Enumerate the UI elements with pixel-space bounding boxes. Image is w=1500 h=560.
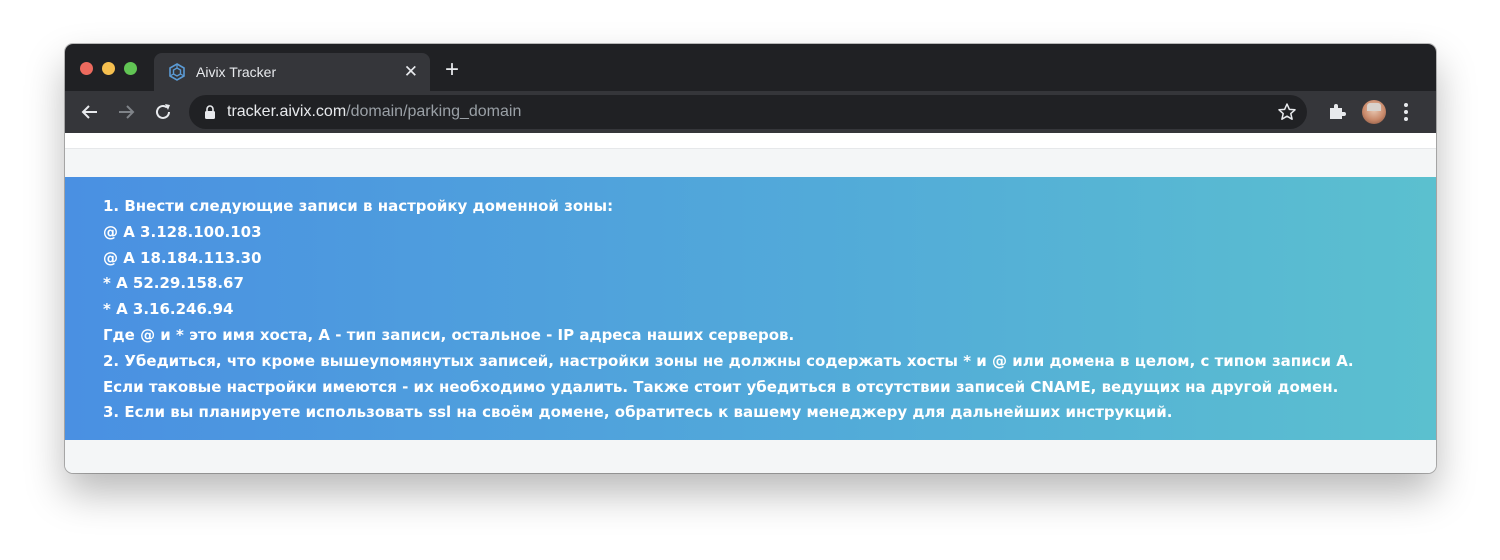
tab-aivix-tracker[interactable]: Aivix Tracker ✕: [154, 53, 430, 91]
address-bar[interactable]: tracker.aivix.com/domain/parking_domain: [189, 95, 1307, 129]
url-host: tracker.aivix.com: [227, 103, 347, 120]
aivix-logo-icon: [169, 63, 185, 81]
instruction-line: Где @ и * это имя хоста, А - тип записи,…: [103, 325, 795, 344]
forward-arrow-icon[interactable]: [115, 101, 137, 123]
dns-record-line: @ A 3.128.100.103: [103, 222, 262, 241]
new-tab-button[interactable]: +: [445, 58, 459, 82]
instruction-line: Если таковые настройки имеются - их необ…: [103, 377, 1339, 396]
instruction-line: 2. Убедиться, что кроме вышеупомянутых з…: [103, 351, 1354, 370]
minimize-window-button[interactable]: [102, 62, 115, 75]
close-window-button[interactable]: [80, 62, 93, 75]
close-tab-icon[interactable]: ✕: [404, 62, 418, 82]
profile-avatar[interactable]: [1362, 100, 1386, 124]
dns-record-line: * A 52.29.158.67: [103, 274, 244, 293]
browser-toolbar: tracker.aivix.com/domain/parking_domain: [65, 91, 1436, 133]
tab-strip: Aivix Tracker ✕ +: [65, 44, 1436, 91]
reload-icon[interactable]: [152, 101, 174, 123]
tab-title: Aivix Tracker: [196, 64, 277, 80]
parking-domain-instructions: 1. Внести следующие записи в настройку д…: [65, 177, 1436, 440]
url-text: tracker.aivix.com/domain/parking_domain: [227, 103, 521, 121]
page-content: 1. Внести следующие записи в настройку д…: [65, 133, 1436, 473]
dns-record-line: * A 3.16.246.94: [103, 300, 234, 319]
lock-icon[interactable]: [204, 105, 216, 119]
instruction-line: 1. Внести следующие записи в настройку д…: [103, 197, 614, 215]
page-header-strip: [65, 133, 1436, 149]
zoom-window-button[interactable]: [124, 62, 137, 75]
back-arrow-icon[interactable]: [79, 101, 101, 123]
instructions-text: 1. Внести следующие записи в настройку д…: [103, 194, 1354, 426]
url-path: /domain/parking_domain: [346, 103, 522, 120]
browser-window: Aivix Tracker ✕ + tracker.aivix.com/doma…: [65, 44, 1436, 473]
star-icon[interactable]: [1277, 102, 1297, 122]
puzzle-icon[interactable]: [1327, 101, 1347, 121]
kebab-menu-icon[interactable]: [1403, 102, 1409, 122]
dns-record-line: @ A 18.184.113.30: [103, 248, 262, 267]
instruction-line: 3. Если вы планируете использовать ssl н…: [103, 403, 1173, 422]
